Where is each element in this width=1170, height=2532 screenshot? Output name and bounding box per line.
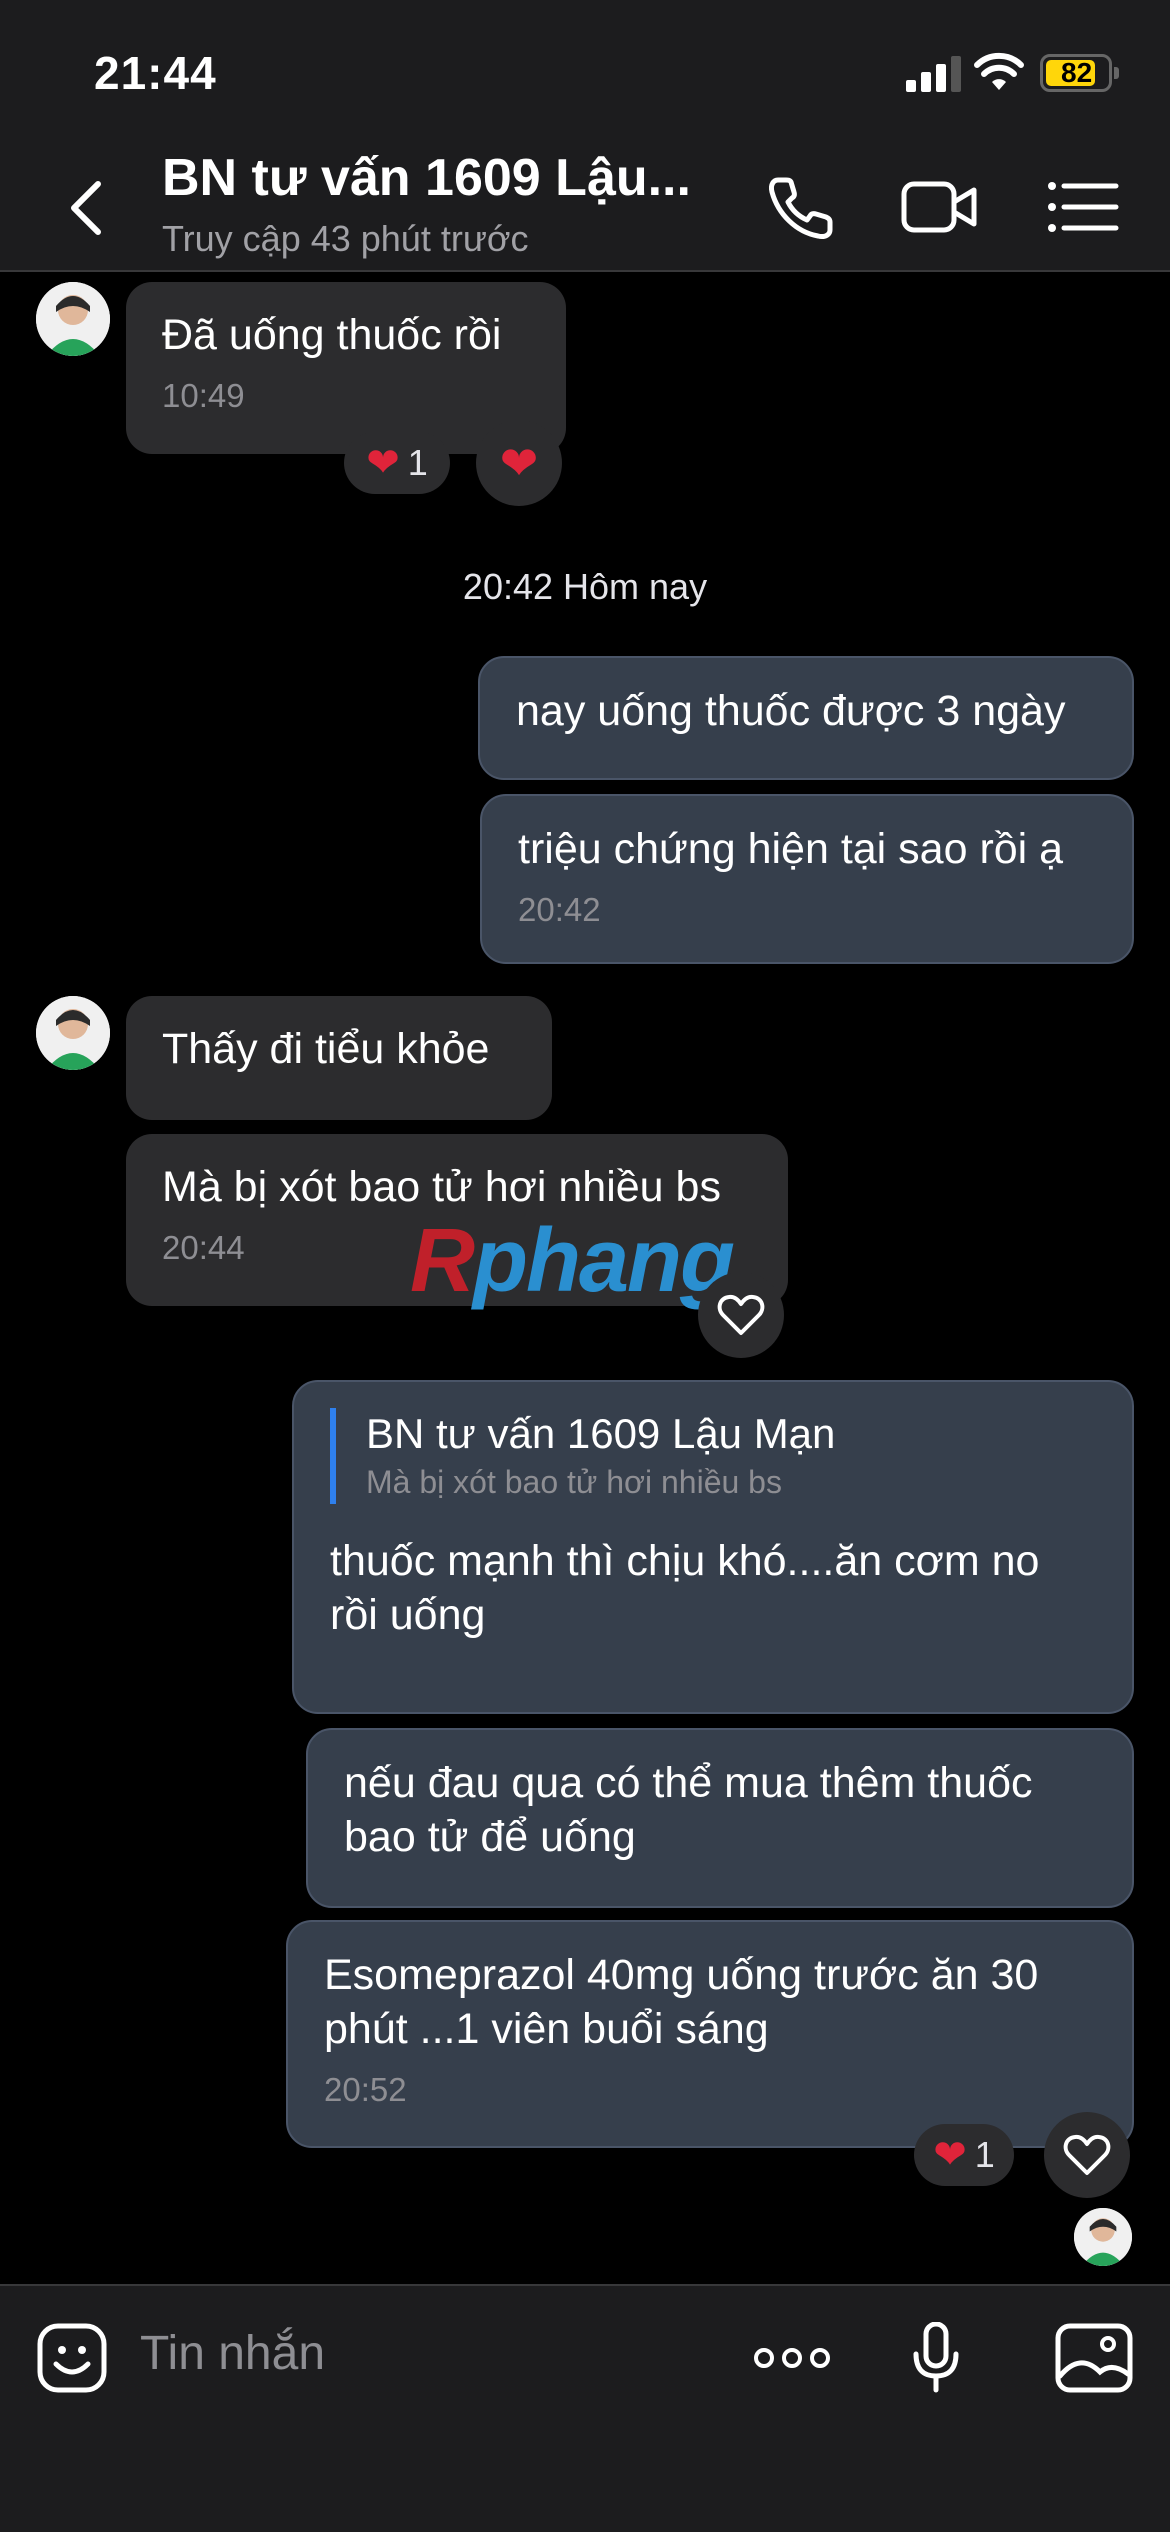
battery-level: 82 [1061, 57, 1093, 88]
react-heart-button[interactable]: ❤ [476, 420, 562, 506]
seen-avatar [1074, 2208, 1132, 2266]
reaction-count: 1 [974, 2134, 995, 2175]
quoted-sender: BN tư vấn 1609 Lậu Mạn [366, 1410, 836, 1457]
back-arrow-icon[interactable] [62, 178, 112, 238]
reaction-count: 1 [407, 442, 428, 483]
heart-outline-icon [717, 1294, 765, 1335]
status-time: 21:44 [94, 47, 217, 99]
reaction-summary[interactable]: ❤ 1 [344, 432, 450, 494]
date-divider: 20:42 Hôm nay [462, 566, 708, 607]
message-bubble-outgoing[interactable]: nay uống thuốc được 3 ngày [478, 656, 1134, 780]
message-text: Esomeprazol 40mg uống trước ăn 30 phút .… [324, 1951, 1039, 2053]
message-time: 20:42 [518, 891, 601, 928]
message-bubble-outgoing[interactable]: Esomeprazol 40mg uống trước ăn 30 phút .… [286, 1920, 1134, 2148]
list-menu-icon[interactable] [1044, 172, 1124, 242]
message-time: 20:52 [324, 2071, 407, 2108]
reaction-summary[interactable]: ❤ 1 [914, 2124, 1014, 2186]
react-heart-button[interactable] [698, 1272, 784, 1358]
message-bubble-outgoing[interactable]: nếu đau qua có thể mua thêm thuốc bao tử… [306, 1728, 1134, 1908]
message-text: Mà bị xót bao tử hơi nhiều bs [162, 1163, 721, 1211]
message-bubble-outgoing[interactable]: triệu chứng hiện tại sao rồi ạ 20:42 [480, 794, 1134, 964]
cellular-signal-icon [906, 56, 961, 92]
image-gallery-icon[interactable] [1054, 2322, 1134, 2394]
message-bubble-incoming[interactable]: Thấy đi tiểu khỏe [126, 996, 552, 1120]
video-camera-icon[interactable] [900, 172, 980, 242]
message-bubble-outgoing-reply[interactable]: BN tư vấn 1609 Lậu Mạn Mà bị xót bao tử … [292, 1380, 1134, 1714]
heart-icon: ❤ [499, 437, 539, 489]
battery-icon: 82 [1040, 54, 1119, 92]
react-heart-button[interactable] [1044, 2112, 1130, 2198]
wifi-icon [974, 52, 1024, 90]
phone-icon[interactable] [764, 172, 844, 242]
quoted-message[interactable]: BN tư vấn 1609 Lậu Mạn Mà bị xót bao tử … [330, 1408, 1096, 1504]
message-text: nay uống thuốc được 3 ngày [516, 687, 1066, 735]
composer-bar: Tin nhắn [0, 2284, 1170, 2532]
message-input[interactable]: Tin nhắn [140, 2326, 325, 2381]
more-options-icon[interactable] [752, 2322, 832, 2394]
heart-icon: ❤ [366, 441, 400, 485]
message-text: triệu chứng hiện tại sao rồi ạ [518, 825, 1064, 873]
watermark-logo: Rphang [410, 1211, 735, 1311]
contact-avatar[interactable] [36, 996, 110, 1070]
microphone-icon[interactable] [896, 2322, 976, 2394]
heart-outline-icon [1063, 2134, 1111, 2175]
contact-avatar[interactable] [36, 282, 110, 356]
message-text: Thấy đi tiểu khỏe [162, 1025, 490, 1073]
message-text: Đã uống thuốc rồi [162, 311, 502, 359]
quoted-text: Mà bị xót bao tử hơi nhiều bs [366, 1464, 782, 1500]
message-time: 10:49 [162, 377, 245, 414]
message-text: thuốc mạnh thì chịu khó....ăn cơm no rồi… [330, 1537, 1040, 1639]
header-bar: 21:44 82 BN tư vấn 1609 Lậu... Truy cập … [0, 0, 1170, 272]
sticker-emoji-icon[interactable] [36, 2322, 108, 2394]
heart-icon: ❤ [933, 2133, 967, 2177]
message-text: nếu đau qua có thể mua thêm thuốc bao tử… [344, 1759, 1033, 1861]
chat-title[interactable]: BN tư vấn 1609 Lậu... [162, 148, 691, 208]
last-seen-status: Truy cập 43 phút trước [162, 218, 529, 259]
